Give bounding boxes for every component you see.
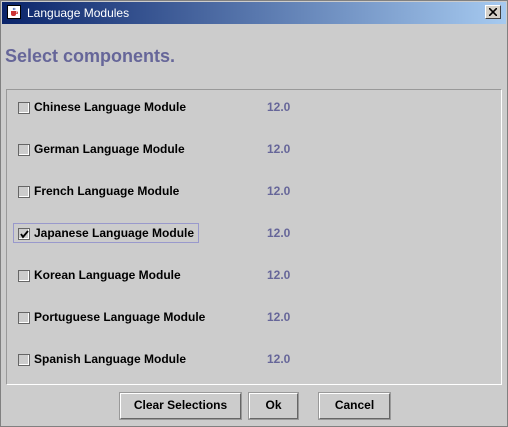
title-bar[interactable]: Language Modules bbox=[2, 2, 506, 24]
module-row: Japanese Language Module 12.0 bbox=[12, 223, 492, 243]
module-checkbox[interactable]: Chinese Language Module bbox=[13, 97, 191, 117]
module-checkbox[interactable]: Spanish Language Module bbox=[13, 349, 191, 369]
module-version: 12.0 bbox=[267, 310, 291, 324]
module-version: 12.0 bbox=[267, 352, 291, 366]
module-label: Japanese Language Module bbox=[34, 226, 195, 240]
module-row: Portuguese Language Module 12.0 bbox=[12, 307, 492, 327]
checkbox-unchecked[interactable] bbox=[18, 102, 30, 114]
module-label: German Language Module bbox=[34, 142, 185, 156]
checkbox-unchecked[interactable] bbox=[18, 144, 30, 156]
module-label: Chinese Language Module bbox=[34, 100, 187, 114]
module-checkbox[interactable]: German Language Module bbox=[13, 139, 190, 159]
module-checkbox[interactable]: French Language Module bbox=[13, 181, 184, 201]
module-label: Portuguese Language Module bbox=[34, 310, 206, 324]
java-cup-icon bbox=[7, 5, 21, 19]
module-version: 12.0 bbox=[267, 100, 291, 114]
module-row: Chinese Language Module 12.0 bbox=[12, 97, 492, 117]
module-checkbox[interactable]: Portuguese Language Module bbox=[13, 307, 210, 327]
module-row: Spanish Language Module 12.0 bbox=[12, 349, 492, 369]
module-row: German Language Module 12.0 bbox=[12, 139, 492, 159]
module-list-panel: Chinese Language Module 12.0 German Langua… bbox=[6, 89, 502, 385]
checkbox-unchecked[interactable] bbox=[18, 270, 30, 282]
module-row: French Language Module 12.0 bbox=[12, 181, 492, 201]
module-label: Korean Language Module bbox=[34, 268, 181, 282]
module-version: 12.0 bbox=[267, 142, 291, 156]
module-checkbox[interactable]: Korean Language Module bbox=[13, 265, 186, 285]
close-button[interactable] bbox=[485, 5, 501, 19]
checkmark-icon bbox=[20, 230, 29, 239]
module-label: French Language Module bbox=[34, 184, 180, 198]
module-version: 12.0 bbox=[267, 226, 291, 240]
clear-selections-button[interactable]: Clear Selections bbox=[119, 392, 242, 420]
language-modules-dialog: Language Modules Select components. Chin… bbox=[0, 0, 508, 427]
cancel-button[interactable]: Cancel bbox=[318, 392, 391, 420]
checkbox-unchecked[interactable] bbox=[18, 354, 30, 366]
ok-button[interactable]: Ok bbox=[248, 392, 299, 420]
module-version: 12.0 bbox=[267, 268, 291, 282]
module-label: Spanish Language Module bbox=[34, 352, 187, 366]
checkbox-unchecked[interactable] bbox=[18, 312, 30, 324]
module-version: 12.0 bbox=[267, 184, 291, 198]
checkbox-unchecked[interactable] bbox=[18, 186, 30, 198]
module-row: Korean Language Module 12.0 bbox=[12, 265, 492, 285]
close-icon bbox=[489, 8, 497, 16]
page-title: Select components. bbox=[5, 46, 176, 66]
checkbox-checked[interactable] bbox=[18, 228, 30, 240]
window-title: Language Modules bbox=[27, 6, 130, 20]
module-checkbox[interactable]: Japanese Language Module bbox=[13, 223, 200, 243]
